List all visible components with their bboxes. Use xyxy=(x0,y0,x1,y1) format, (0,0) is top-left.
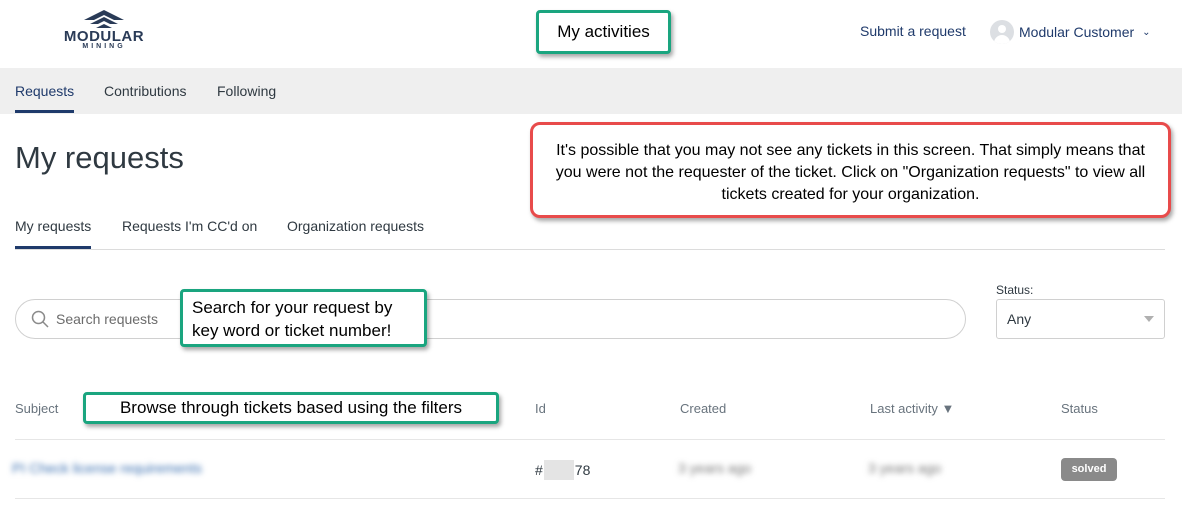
column-header-created[interactable]: Created xyxy=(680,401,726,416)
redacted-id-mask xyxy=(543,460,574,480)
column-header-subject[interactable]: Subject xyxy=(15,401,58,416)
search-box xyxy=(15,299,966,339)
status-selected-value: Any xyxy=(1007,311,1032,327)
request-created: 3 years ago xyxy=(678,460,752,476)
caret-down-icon xyxy=(1144,316,1154,322)
request-id: # 78 xyxy=(535,460,590,480)
request-last-activity: 3 years ago xyxy=(868,460,942,476)
callout-my-activities: My activities xyxy=(536,10,671,54)
tab-contributions[interactable]: Contributions xyxy=(104,83,187,99)
column-header-id[interactable]: Id xyxy=(535,401,546,416)
callout-notice: It's possible that you may not see any t… xyxy=(530,122,1171,218)
request-id-suffix: 78 xyxy=(574,462,591,478)
status-select[interactable]: Any xyxy=(996,299,1165,339)
table-row-divider xyxy=(15,498,1165,499)
submit-request-link[interactable]: Submit a request xyxy=(860,23,966,39)
logo-text: MODULAR xyxy=(63,28,145,45)
logo-subtext: MINING xyxy=(82,43,126,50)
status-filter-label: Status: xyxy=(996,283,1034,297)
activity-nav: Requests Contributions Following xyxy=(0,68,1182,114)
subtab-organization-requests[interactable]: Organization requests xyxy=(287,218,424,234)
subtab-divider xyxy=(15,249,1165,250)
modular-mining-logo[interactable]: MODULAR MINING xyxy=(52,8,156,50)
column-header-status[interactable]: Status xyxy=(1061,401,1098,416)
user-name: Modular Customer xyxy=(1019,24,1135,40)
column-header-last-activity[interactable]: Last activity ▼ xyxy=(870,401,954,416)
page-title: My requests xyxy=(15,140,184,175)
callout-search-tip: Search for your request by key word or t… xyxy=(180,289,427,347)
active-tab-indicator xyxy=(15,110,74,113)
user-menu[interactable]: Modular Customer ⌄ xyxy=(990,20,1151,44)
logo-mark-icon xyxy=(84,10,124,28)
request-subject-link[interactable]: PI Check license requirements xyxy=(12,460,202,476)
status-badge: solved xyxy=(1061,458,1117,481)
request-id-prefix: # xyxy=(535,462,543,478)
avatar xyxy=(990,20,1014,44)
subtab-cc-requests[interactable]: Requests I'm CC'd on xyxy=(122,218,257,234)
search-icon xyxy=(31,310,49,328)
tab-requests[interactable]: Requests xyxy=(15,83,74,99)
subtab-my-requests[interactable]: My requests xyxy=(15,218,91,234)
callout-browse-tip: Browse through tickets based using the f… xyxy=(83,392,499,424)
tab-following[interactable]: Following xyxy=(217,83,276,99)
chevron-down-icon: ⌄ xyxy=(1142,26,1151,38)
table-header-divider xyxy=(15,439,1165,440)
